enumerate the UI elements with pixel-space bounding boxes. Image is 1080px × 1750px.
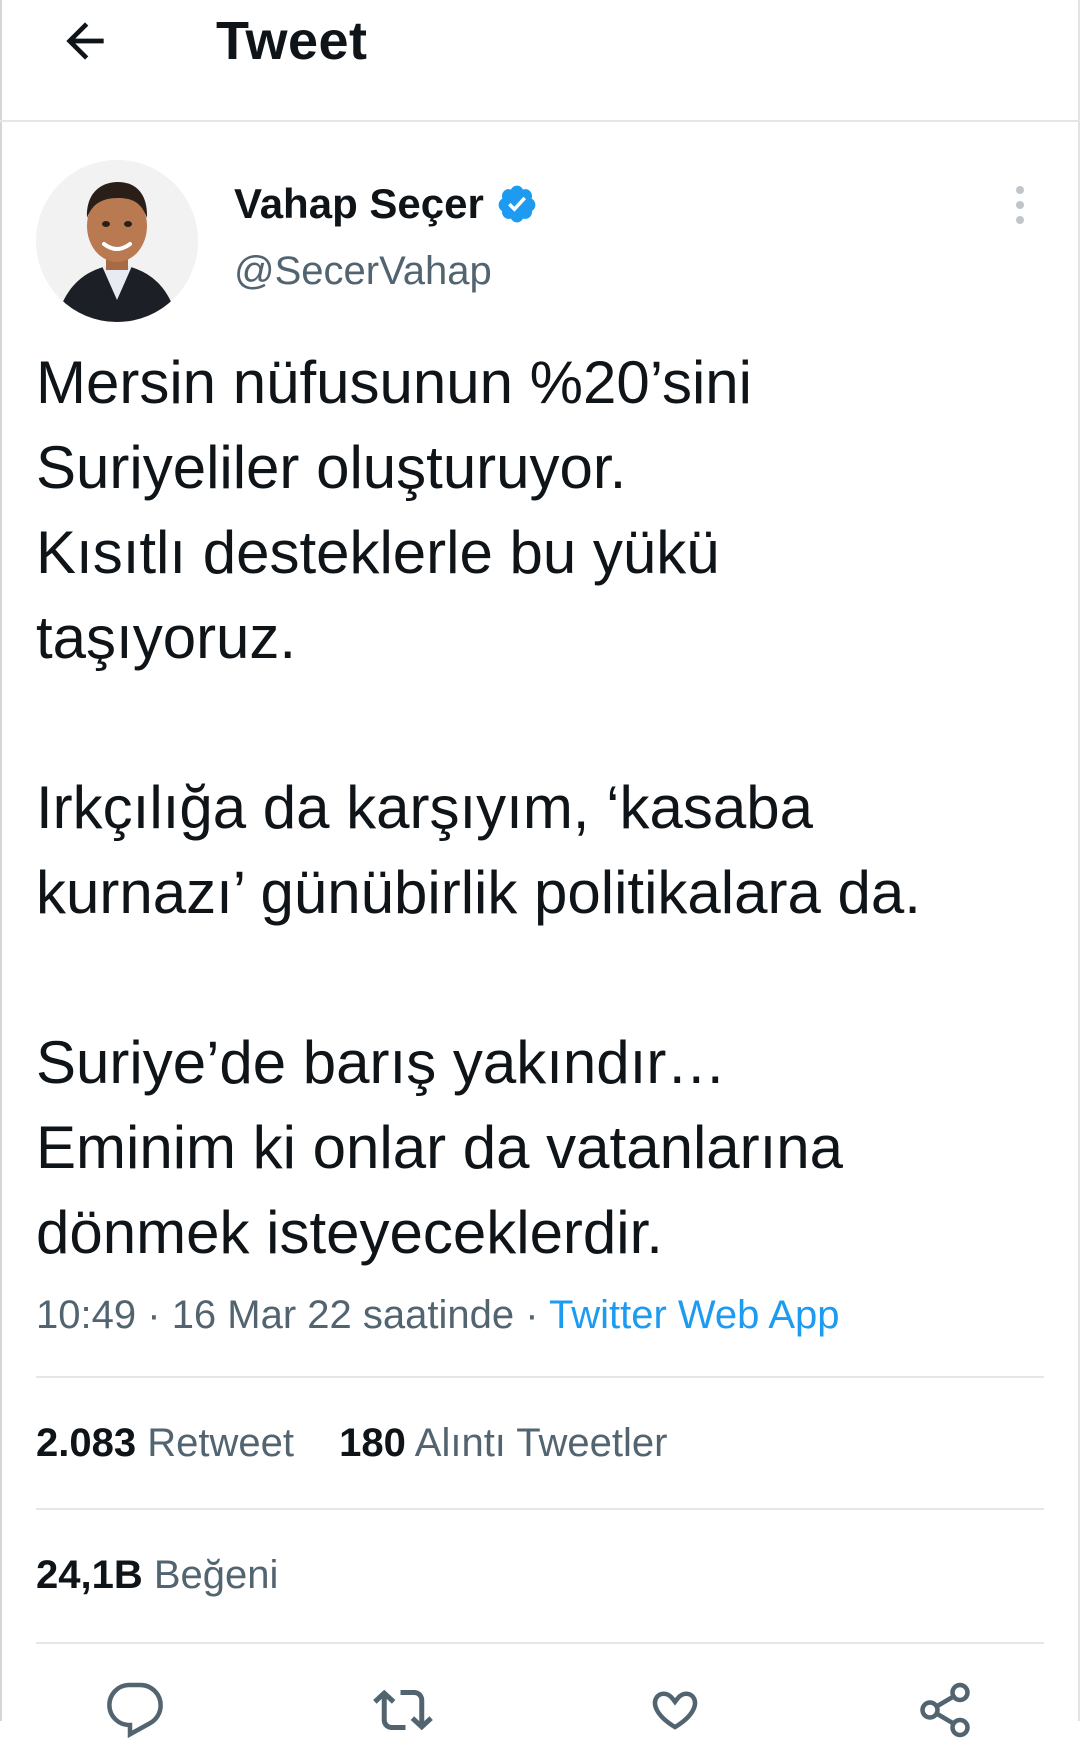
share-icon xyxy=(920,1682,970,1738)
likes-count: 24,1B xyxy=(36,1553,143,1597)
tweet-meta: 10:49 · 16 Mar 22 saatinde · Twitter Web… xyxy=(36,1290,840,1340)
quotes-count: 180 xyxy=(339,1421,406,1465)
divider xyxy=(36,1508,1044,1510)
likes-stat[interactable]: 24,1B Beğeni xyxy=(36,1550,278,1600)
more-vertical-icon xyxy=(1016,186,1024,194)
tweet-date[interactable]: 16 Mar 22 saatinde xyxy=(172,1293,514,1337)
retweets-count: 2.083 xyxy=(36,1421,137,1465)
top-bar: Tweet xyxy=(0,0,1080,122)
tweet-line: Mersin nüfusunun %20’sini xyxy=(36,349,752,416)
likes-label: Beğeni xyxy=(153,1553,279,1597)
arrow-left-icon xyxy=(66,22,104,60)
share-button[interactable] xyxy=(910,1680,980,1750)
reply-button[interactable] xyxy=(100,1680,170,1750)
avatar[interactable] xyxy=(36,160,198,322)
tweet-line: Suriye’de barış yakındır… xyxy=(36,1029,727,1096)
like-button[interactable] xyxy=(640,1680,710,1750)
page-title: Tweet xyxy=(216,11,368,71)
heart-icon xyxy=(652,1691,698,1730)
retweets-label: Retweet xyxy=(147,1421,294,1465)
more-vertical-icon xyxy=(1016,216,1024,224)
reply-icon xyxy=(107,1682,163,1739)
tweet-line: taşıyoruz. xyxy=(36,604,297,671)
stats-row-likes: 24,1B Beğeni xyxy=(36,1550,312,1600)
more-vertical-icon xyxy=(1016,201,1024,209)
retweets-stat[interactable]: 2.083 Retweet xyxy=(36,1418,294,1468)
tweet-line: Eminim ki onlar da vatanlarına xyxy=(36,1114,844,1181)
meta-separator: · xyxy=(525,1293,539,1337)
more-options-button[interactable] xyxy=(1000,180,1040,230)
verified-badge-icon xyxy=(498,185,536,223)
tweet-source-link[interactable]: Twitter Web App xyxy=(549,1293,840,1337)
tweet-line: kurnazı’ günübirlik politikalara da. xyxy=(36,859,921,926)
meta-separator: · xyxy=(147,1293,161,1337)
profile-photo-icon xyxy=(36,160,198,322)
tweet-line: Kısıtlı desteklerle bu yükü xyxy=(36,519,720,586)
tweet-line: Irkçılığa da karşıyım, ‘kasaba xyxy=(36,774,813,841)
quotes-stat[interactable]: 180 Alıntı Tweetler xyxy=(339,1418,667,1468)
author-display-name[interactable]: Vahap Seçer xyxy=(234,178,484,230)
left-edge xyxy=(0,0,2,1721)
retweet-icon xyxy=(373,1689,433,1731)
author-name-row[interactable]: Vahap Seçer xyxy=(234,178,538,230)
tweet-text: Mersin nüfusunun %20’sini Suriyeliler ol… xyxy=(36,340,1056,1275)
divider xyxy=(36,1376,1044,1378)
divider xyxy=(36,1642,1044,1644)
tweet-time[interactable]: 10:49 xyxy=(36,1293,136,1337)
stats-row-retweets: 2.083 Retweet 180 Alıntı Tweetler xyxy=(36,1418,701,1468)
tweet-line: dönmek isteyeceklerdir. xyxy=(36,1199,663,1266)
quotes-label: Alıntı Tweetler xyxy=(414,1421,668,1465)
retweet-button[interactable] xyxy=(368,1680,438,1750)
author-handle[interactable]: @SecerVahap xyxy=(234,246,492,296)
back-button[interactable] xyxy=(50,6,120,76)
tweet-line: Suriyeliler oluşturuyor. xyxy=(36,434,627,501)
